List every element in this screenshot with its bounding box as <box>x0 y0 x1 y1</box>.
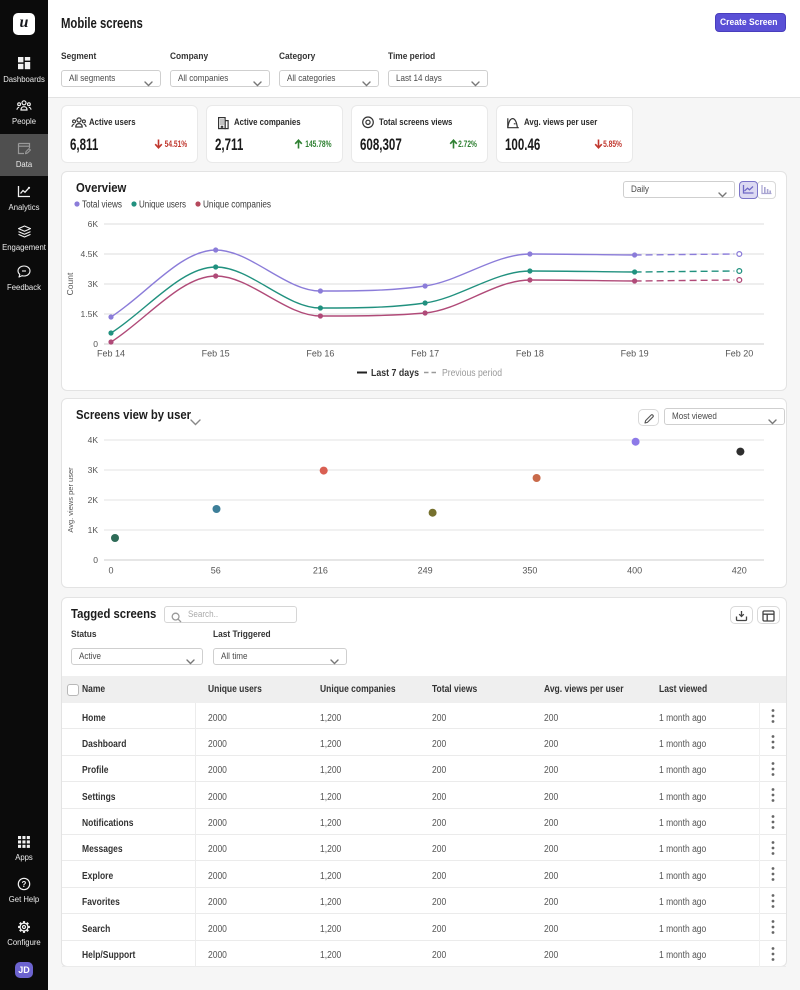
svg-text:420: 420 <box>732 566 747 576</box>
svg-text:2K: 2K <box>88 495 99 505</box>
svg-text:Unique companies: Unique companies <box>203 200 271 211</box>
svg-text:Unique users: Unique users <box>139 200 186 211</box>
svg-text:Avg. views per user: Avg. views per user <box>66 467 75 533</box>
svg-text:Feb 17: Feb 17 <box>411 349 439 359</box>
svg-text:4K: 4K <box>88 435 99 445</box>
svg-text:Feb 18: Feb 18 <box>516 349 544 359</box>
svg-text:0: 0 <box>93 555 98 565</box>
svg-text:216: 216 <box>313 566 328 576</box>
svg-text:400: 400 <box>627 566 642 576</box>
svg-text:1.5K: 1.5K <box>81 309 99 319</box>
svg-text:3K: 3K <box>88 465 99 475</box>
svg-text:Total views: Total views <box>82 200 122 211</box>
svg-text:4.5K: 4.5K <box>81 249 99 259</box>
svg-text:Feb 19: Feb 19 <box>621 349 649 359</box>
svg-text:Feb 14: Feb 14 <box>97 349 125 359</box>
svg-text:3K: 3K <box>88 279 99 289</box>
svg-text:Feb 15: Feb 15 <box>202 349 230 359</box>
svg-text:Count: Count <box>65 272 75 295</box>
svg-text:Last 7 days: Last 7 days <box>371 368 419 379</box>
svg-text:Feb 20: Feb 20 <box>725 349 753 359</box>
svg-text:Feb 16: Feb 16 <box>306 349 334 359</box>
svg-text:350: 350 <box>522 566 537 576</box>
svg-text:56: 56 <box>211 566 221 576</box>
svg-text:?: ? <box>22 880 27 889</box>
svg-text:0: 0 <box>108 566 113 576</box>
svg-text:249: 249 <box>418 566 433 576</box>
svg-text:0: 0 <box>93 339 98 349</box>
svg-text:Previous period: Previous period <box>442 368 502 379</box>
svg-text:1K: 1K <box>88 525 99 535</box>
svg-text:6K: 6K <box>88 219 99 229</box>
